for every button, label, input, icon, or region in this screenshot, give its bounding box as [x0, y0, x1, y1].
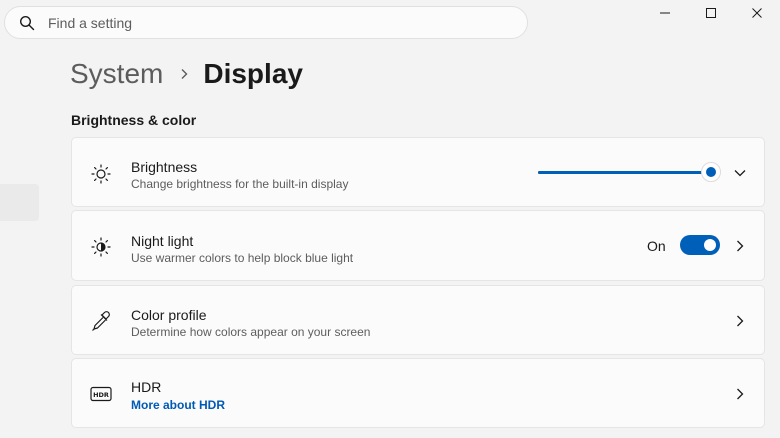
brightness-description: Change brightness for the built-in displ…: [131, 177, 349, 191]
eyedropper-icon: [90, 310, 112, 332]
toggle-state-label: On: [647, 238, 666, 254]
slider-thumb[interactable]: [700, 162, 721, 182]
hdr-card[interactable]: HDR HDR More about HDR: [71, 358, 765, 428]
close-button[interactable]: [734, 0, 780, 26]
window-controls: [642, 0, 780, 26]
half-sun-icon: [90, 236, 112, 258]
color-profile-description: Determine how colors appear on your scre…: [131, 325, 371, 339]
maximize-icon: [706, 8, 716, 18]
night-light-description: Use warmer colors to help block blue lig…: [131, 251, 354, 265]
page-title: Display: [203, 58, 303, 89]
maximize-button[interactable]: [688, 0, 734, 26]
toggle-knob: [704, 239, 716, 251]
search-icon: [19, 15, 35, 31]
minimize-button[interactable]: [642, 0, 688, 26]
slider-fill: [538, 171, 711, 174]
color-profile-title: Color profile: [131, 307, 207, 323]
minimize-icon: [660, 12, 670, 14]
color-profile-card[interactable]: Color profile Determine how colors appea…: [71, 285, 765, 355]
brightness-card[interactable]: Brightness Change brightness for the bui…: [71, 137, 765, 207]
close-icon: [752, 8, 762, 18]
sidebar-item-selected[interactable]: [0, 184, 39, 221]
section-title: Brightness & color: [71, 112, 197, 128]
night-light-toggle[interactable]: [680, 235, 720, 255]
chevron-right-icon[interactable]: [734, 315, 746, 327]
svg-text:HDR: HDR: [93, 391, 109, 399]
breadcrumb: System Display: [70, 56, 303, 92]
chevron-right-icon[interactable]: [734, 240, 746, 252]
chevron-right-icon: [179, 68, 189, 80]
breadcrumb-parent[interactable]: System: [70, 58, 163, 90]
more-about-hdr-link[interactable]: More about HDR: [131, 398, 225, 412]
night-light-card[interactable]: Night light Use warmer colors to help bl…: [71, 210, 765, 281]
chevron-right-icon[interactable]: [734, 388, 746, 400]
hdr-title: HDR: [131, 379, 162, 395]
brightness-title: Brightness: [131, 159, 198, 175]
search-input[interactable]: [48, 14, 488, 31]
sun-icon: [90, 163, 112, 185]
hdr-icon: HDR: [90, 383, 112, 405]
chevron-down-icon[interactable]: [734, 167, 746, 179]
search-box[interactable]: [4, 6, 528, 39]
night-light-title: Night light: [131, 233, 194, 249]
brightness-slider[interactable]: [538, 162, 721, 182]
